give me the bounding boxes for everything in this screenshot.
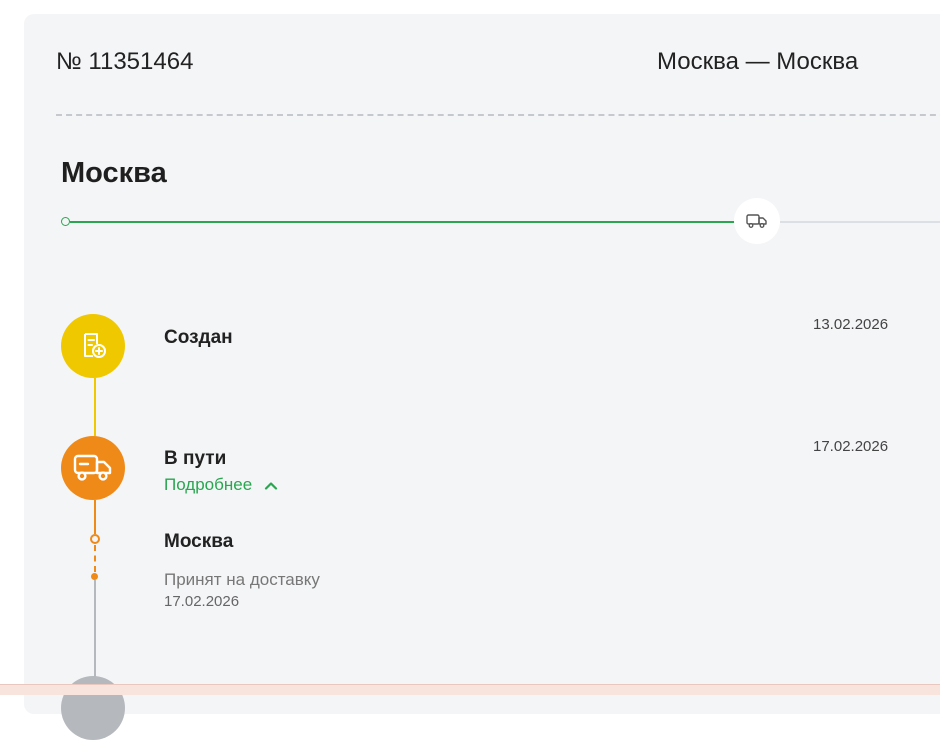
- bottom-banner-edge: [0, 684, 940, 695]
- stage-transit-date: 17.02.2026: [813, 438, 889, 455]
- chevron-up-icon: [265, 481, 278, 490]
- substep-status: Принят на доставку: [164, 570, 320, 589]
- order-route: Москва — Москва: [657, 48, 859, 75]
- stage-created-badge: [61, 314, 125, 378]
- details-toggle-label: Подробнее: [164, 475, 253, 494]
- truck-icon: [746, 214, 767, 228]
- progress-truck-marker: [734, 198, 780, 244]
- current-city-title: Москва: [61, 157, 167, 189]
- timeline-substep-dashed-line: [94, 545, 96, 572]
- details-toggle-link[interactable]: Подробнее: [164, 475, 278, 495]
- substep-date: 17.02.2026: [164, 593, 240, 610]
- progress-remaining-line: [780, 221, 940, 223]
- order-card: № 11351464 Москва — Москва Москва Создан…: [24, 14, 940, 740]
- timeline-connector-pending: [94, 580, 96, 680]
- stage-transit-title: В пути: [164, 448, 227, 469]
- stage-created-title: Создан: [164, 327, 233, 348]
- timeline-substep-marker: [90, 534, 100, 544]
- timeline-connector-transit: [94, 500, 96, 534]
- substep-city: Москва: [164, 531, 234, 552]
- progress-completed-line: [70, 221, 736, 223]
- truck-icon: [73, 454, 112, 481]
- stage-transit-badge: [61, 436, 125, 500]
- order-number: № 11351464: [56, 48, 194, 75]
- progress-start-point: [61, 217, 70, 226]
- dashed-divider: [56, 114, 940, 116]
- stage-created-date: 13.02.2026: [813, 316, 889, 333]
- timeline-connector-created: [94, 378, 96, 436]
- timeline-substep-dot: [91, 573, 98, 580]
- document-plus-icon: [84, 333, 106, 358]
